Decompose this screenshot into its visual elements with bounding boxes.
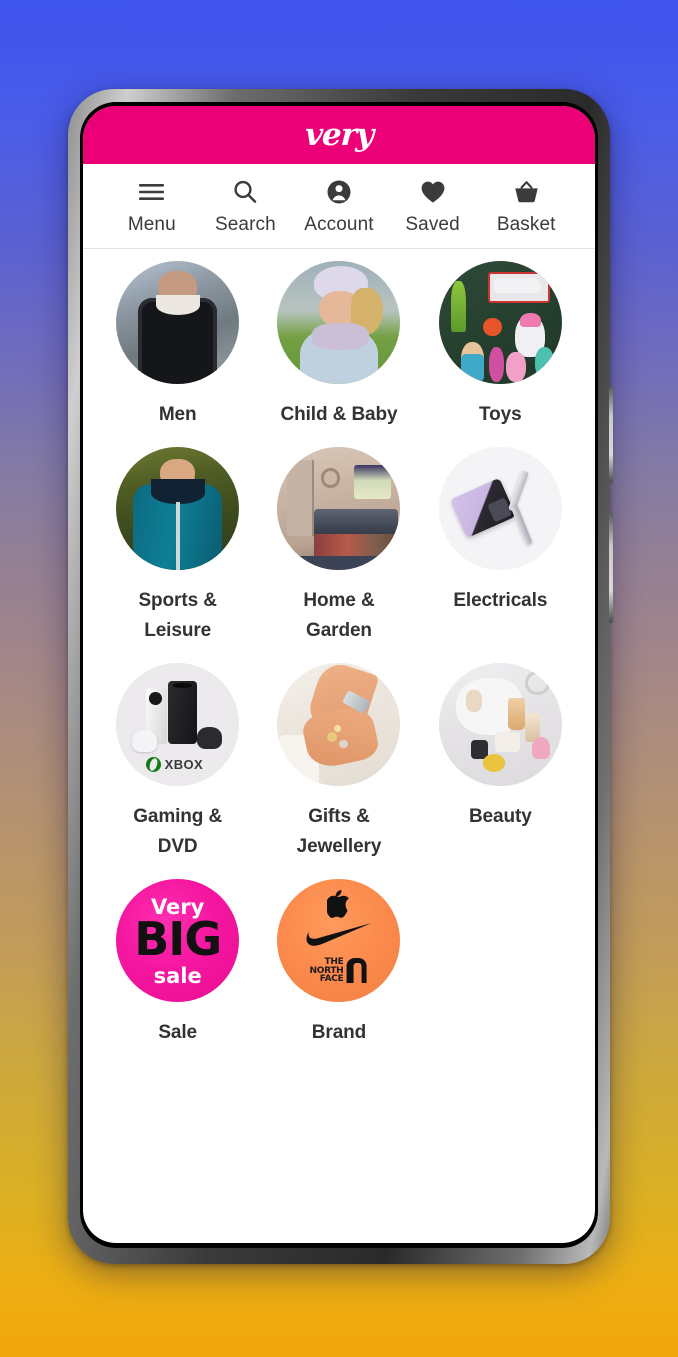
hamburger-menu-icon — [138, 178, 165, 205]
category-tile-brand[interactable]: THE NORTH FACE Brand — [258, 879, 419, 1047]
phone-bezel: very Menu Search Account Saved Basket Me… — [80, 102, 598, 1248]
category-thumb-beauty — [438, 663, 562, 787]
volume-button[interactable] — [609, 387, 613, 483]
nike-swoosh-logo — [306, 923, 372, 954]
account-person-icon — [326, 178, 352, 205]
category-grid: Men Child & Baby Toys Sports & Leisure H… — [97, 261, 581, 1048]
category-tile-toys[interactable]: Toys — [420, 261, 581, 429]
nav-label-account: Account — [304, 214, 374, 235]
category-tile-men[interactable]: Men — [97, 261, 258, 429]
tnf-line-3: FACE — [319, 974, 344, 985]
category-label-home-garden: Home & Garden — [303, 590, 375, 641]
category-thumb-sports-leisure — [116, 447, 240, 571]
heart-filled-icon — [420, 178, 446, 205]
nav-item-menu[interactable]: Menu — [105, 178, 199, 236]
category-label-child-baby: Child & Baby — [280, 404, 398, 425]
category-tile-child-baby[interactable]: Child & Baby — [258, 261, 419, 429]
apple-logo — [325, 890, 351, 923]
category-thumb-child-baby — [277, 261, 401, 384]
category-label-toys: Toys — [479, 404, 522, 425]
category-tile-home-garden[interactable]: Home & Garden — [258, 447, 419, 645]
brand-header-bar: very — [83, 106, 595, 164]
nav-label-menu: Menu — [127, 214, 176, 235]
the-north-face-logo: THE NORTH FACE — [310, 958, 369, 984]
nav-item-saved[interactable]: Saved — [386, 178, 480, 236]
category-thumb-toys — [438, 261, 562, 384]
nav-label-saved: Saved — [405, 214, 460, 235]
category-label-sports-leisure: Sports & Leisure — [138, 590, 217, 641]
category-tile-sports-leisure[interactable]: Sports & Leisure — [97, 447, 258, 645]
phone-screen: very Menu Search Account Saved Basket Me… — [83, 106, 595, 1243]
category-thumb-home-garden — [277, 447, 401, 571]
category-label-gaming-dvd: Gaming & DVD — [133, 806, 223, 857]
sale-badge-line-3: sale — [153, 964, 202, 989]
category-grid-scroll-area[interactable]: Men Child & Baby Toys Sports & Leisure H… — [83, 249, 595, 1243]
nav-label-search: Search — [214, 214, 276, 235]
category-thumb-gifts-jewellery — [277, 663, 401, 787]
category-thumb-sale: Very BIG sale — [116, 879, 240, 1003]
category-label-brand: Brand — [311, 1022, 367, 1044]
phone-device-frame: very Menu Search Account Saved Basket Me… — [68, 89, 613, 1264]
nav-item-search[interactable]: Search — [199, 178, 293, 236]
category-thumb-gaming-dvd: XBOX — [116, 663, 240, 787]
category-tile-beauty[interactable]: Beauty — [420, 663, 581, 861]
nav-label-basket: Basket — [496, 214, 556, 235]
category-thumb-brand: THE NORTH FACE — [277, 879, 401, 1003]
category-label-sale: Sale — [158, 1022, 197, 1044]
very-logo[interactable]: very — [304, 117, 374, 153]
xbox-logo: XBOX — [145, 756, 203, 772]
nav-item-account[interactable]: Account — [292, 178, 386, 236]
category-tile-electricals[interactable]: Electricals — [420, 447, 581, 645]
search-icon — [232, 178, 258, 205]
category-thumb-electricals — [438, 447, 562, 571]
category-label-beauty: Beauty — [468, 806, 532, 828]
category-tile-sale[interactable]: Very BIG sale Sale — [97, 879, 258, 1047]
category-thumb-men — [116, 261, 240, 384]
category-tile-gaming-dvd[interactable]: XBOX Gaming & DVD — [97, 663, 258, 861]
category-label-gifts-jewellery: Gifts & Jewellery — [296, 806, 382, 857]
category-label-electricals: Electricals — [453, 590, 548, 612]
basket-icon — [513, 178, 540, 205]
top-navigation-bar: Menu Search Account Saved Basket — [83, 164, 595, 249]
sale-badge-line-2: BIG — [134, 912, 222, 967]
category-label-men: Men — [158, 404, 197, 425]
nav-item-basket[interactable]: Basket — [479, 178, 573, 236]
category-tile-gifts-jewellery[interactable]: Gifts & Jewellery — [258, 663, 419, 861]
power-button[interactable] — [609, 513, 613, 623]
